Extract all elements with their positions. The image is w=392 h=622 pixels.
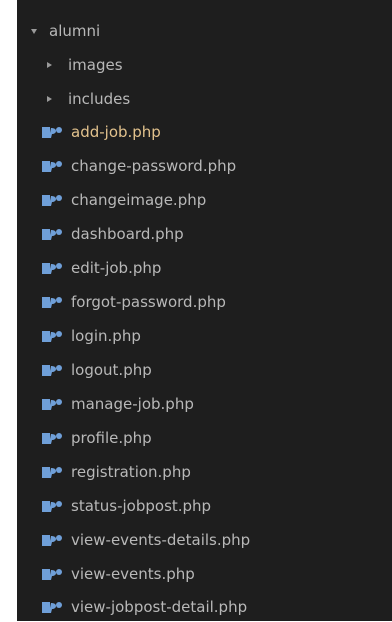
file-label: edit-job.php <box>71 259 162 277</box>
folder-label: includes <box>68 90 131 108</box>
file-label: change-password.php <box>71 157 237 175</box>
file-label: manage-job.php <box>71 395 194 413</box>
php-file-icon <box>42 501 62 512</box>
file-label: profile.php <box>71 429 152 447</box>
folder-label: alumni <box>49 22 101 40</box>
file-label: dashboard.php <box>71 225 184 243</box>
file-label: registration.php <box>71 463 191 481</box>
file-manage-job[interactable]: manage-job.php <box>17 389 392 419</box>
file-logout[interactable]: logout.php <box>17 355 392 385</box>
php-file-icon <box>42 161 62 172</box>
php-file-icon <box>42 535 62 546</box>
php-file-icon <box>42 127 62 138</box>
file-login[interactable]: login.php <box>17 321 392 351</box>
file-changeimage[interactable]: changeimage.php <box>17 185 392 215</box>
file-label: logout.php <box>71 361 152 379</box>
php-file-icon <box>42 229 62 240</box>
file-profile[interactable]: profile.php <box>17 423 392 453</box>
file-registration[interactable]: registration.php <box>17 457 392 487</box>
file-add-job[interactable]: add-job.php <box>17 117 392 147</box>
file-label: changeimage.php <box>71 191 207 209</box>
php-file-icon <box>42 331 62 342</box>
file-view-jobpost-detail[interactable]: view-jobpost-detail.php <box>17 592 392 622</box>
file-status-jobpost[interactable]: status-jobpost.php <box>17 491 392 521</box>
folder-includes[interactable]: includes <box>17 84 392 114</box>
file-label: forgot-password.php <box>71 293 226 311</box>
php-file-icon <box>42 433 62 444</box>
php-file-icon <box>42 263 62 274</box>
file-view-events-details[interactable]: view-events-details.php <box>17 525 392 555</box>
php-file-icon <box>42 602 62 613</box>
folder-label: images <box>68 56 123 74</box>
php-file-icon <box>42 569 62 580</box>
php-file-icon <box>42 399 62 410</box>
file-change-password[interactable]: change-password.php <box>17 151 392 181</box>
php-file-icon <box>42 365 62 376</box>
file-label: view-jobpost-detail.php <box>71 598 248 616</box>
file-view-events[interactable]: view-events.php <box>17 559 392 589</box>
file-label: status-jobpost.php <box>71 497 212 515</box>
file-forgot-password[interactable]: forgot-password.php <box>17 287 392 317</box>
file-label: add-job.php <box>71 123 161 141</box>
chevron-down-icon <box>31 28 37 34</box>
file-edit-job[interactable]: edit-job.php <box>17 253 392 283</box>
chevron-right-icon <box>47 96 52 102</box>
file-dashboard[interactable]: dashboard.php <box>17 219 392 249</box>
folder-alumni[interactable]: alumni <box>17 16 392 46</box>
file-label: login.php <box>71 327 141 345</box>
php-file-icon <box>42 297 62 308</box>
php-file-icon <box>42 195 62 206</box>
folder-images[interactable]: images <box>17 50 392 80</box>
file-label: view-events.php <box>71 565 195 583</box>
php-file-icon <box>42 467 62 478</box>
file-label: view-events-details.php <box>71 531 251 549</box>
file-explorer-panel: alumni images includes add-job.php chang… <box>17 0 392 621</box>
chevron-right-icon <box>47 62 52 68</box>
